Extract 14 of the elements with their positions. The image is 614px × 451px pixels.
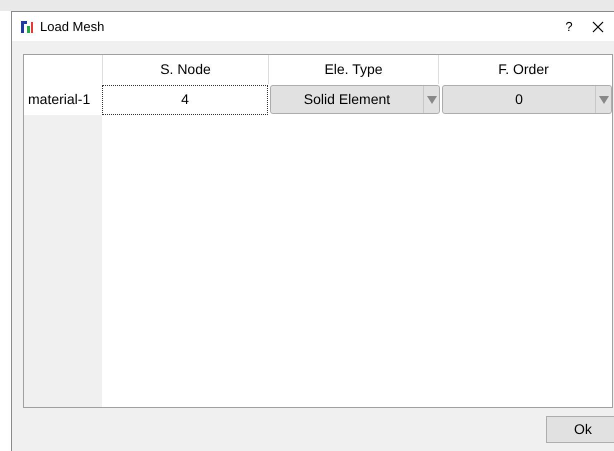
dropdown-arrow-icon	[598, 96, 608, 104]
help-button[interactable]: ?	[554, 16, 584, 36]
dropdown-arrow-icon	[426, 96, 436, 104]
type-dropdown[interactable]: Solid Element	[270, 85, 440, 114]
type-dropdown[interactable]: 0	[442, 85, 612, 114]
close-icon[interactable]	[592, 20, 604, 32]
node-input[interactable]: 4	[102, 84, 268, 114]
column-header: F. Order	[438, 55, 608, 84]
window-title: Load Mesh	[40, 18, 104, 36]
ok-button[interactable]: Ok	[546, 416, 614, 443]
app-logo-icon	[20, 20, 34, 34]
column-header: Ele. Type	[268, 55, 438, 84]
column-header: S. Node	[102, 55, 268, 84]
row-header: material-1	[24, 84, 102, 115]
